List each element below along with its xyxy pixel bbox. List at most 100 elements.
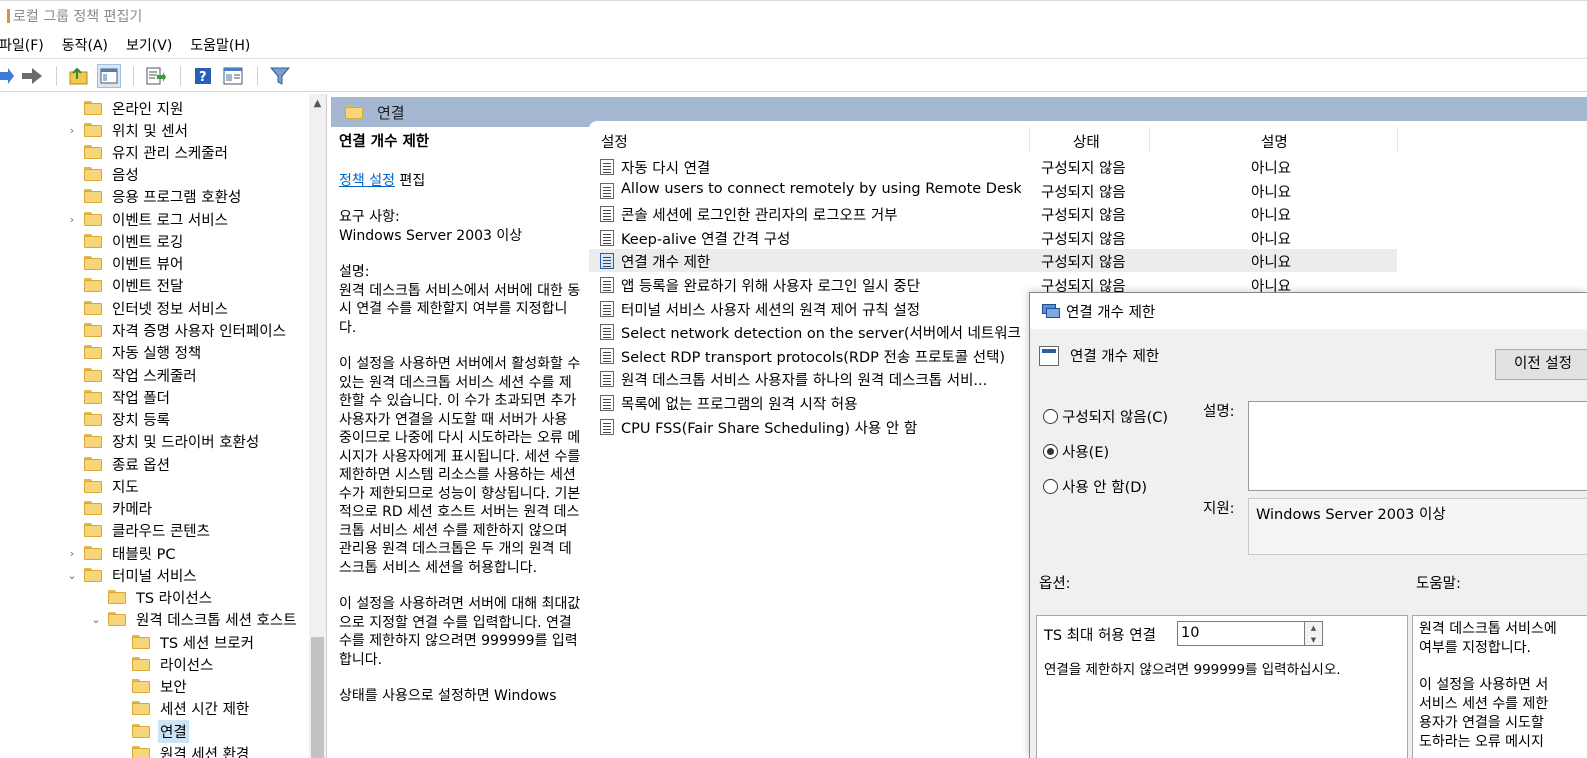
policy-setting-link[interactable]: 정책 설정 — [339, 173, 395, 189]
tree-item[interactable]: 카메라 — [84, 497, 154, 519]
tree-item[interactable]: 음성 — [84, 163, 141, 185]
scroll-thumb[interactable] — [311, 637, 324, 758]
tree-item[interactable]: 자격 증명 사용자 인터페이스 — [84, 319, 288, 341]
expand-chevron-icon[interactable]: › — [66, 213, 78, 226]
back-arrow-icon[interactable] — [0, 64, 14, 88]
radio-disabled[interactable]: 사용 안 함(D) — [1043, 476, 1147, 497]
folder-icon — [132, 724, 150, 738]
setting-row[interactable]: Allow users to connect remotely by using… — [589, 179, 1397, 202]
spin-down-icon[interactable]: ▼ — [1305, 634, 1322, 646]
tree-item[interactable]: 지도 — [84, 475, 141, 497]
tree-item[interactable]: 작업 폴더 — [84, 386, 172, 408]
expand-chevron-icon[interactable]: › — [66, 547, 78, 560]
tree-item-selected[interactable]: 연결 — [132, 719, 189, 743]
radio-not-configured[interactable]: 구성되지 않음(C) — [1043, 406, 1168, 427]
setting-row[interactable]: 콘솔 세션에 로그인한 관리자의 로그오프 거부 구성되지 않음 아니요 — [589, 202, 1397, 225]
expand-chevron-icon[interactable]: › — [66, 124, 78, 137]
tree-item[interactable]: 세션 시간 제한 — [132, 697, 251, 719]
column-header-comment[interactable]: 설명 — [1261, 131, 1288, 152]
setting-row[interactable]: 자동 다시 연결 구성되지 않음 아니요 — [589, 155, 1397, 178]
comment-label: 설명: — [1203, 404, 1235, 420]
filter-icon[interactable] — [268, 64, 292, 88]
folder-icon — [132, 679, 150, 693]
help-icon[interactable]: ? — [191, 64, 215, 88]
tree-item[interactable]: 보안 — [132, 675, 189, 697]
tree-item[interactable]: 유지 관리 스케줄러 — [84, 141, 230, 163]
tree-item[interactable]: TS 라이선스 — [108, 586, 214, 608]
folder-icon — [84, 189, 102, 203]
setting-row[interactable]: Keep-alive 연결 간격 구성 구성되지 않음 아니요 — [589, 226, 1397, 249]
tree-item[interactable]: 이벤트 로깅 — [84, 230, 185, 252]
tree-item[interactable]: 이벤트 뷰어 — [84, 252, 185, 274]
folder-icon — [84, 256, 102, 270]
folder-icon — [84, 368, 102, 382]
setting-row-selected[interactable]: 연결 개수 제한 구성되지 않음 아니요 — [589, 249, 1397, 272]
show-hide-tree-icon[interactable] — [97, 63, 121, 88]
description-paragraph-2: 이 설정을 사용하면 서버에서 활성화할 수 있는 원격 데스크톱 서비스 세션… — [339, 356, 581, 576]
tree-item[interactable]: 종료 옵션 — [84, 453, 172, 475]
tree-item[interactable]: 원격 세션 환경 — [132, 742, 251, 758]
column-divider[interactable] — [1149, 127, 1150, 153]
tree-item[interactable]: › 태블릿 PC — [70, 542, 178, 564]
tree-item[interactable]: 인터넷 정보 서비스 — [84, 297, 230, 319]
max-connections-label: TS 최대 허용 연결 — [1044, 628, 1156, 644]
tree-item[interactable]: › 이벤트 로그 서비스 — [70, 208, 230, 230]
tree-item[interactable]: 라이선스 — [132, 653, 215, 675]
tree-item[interactable]: ⌄ 터미널 서비스 — [67, 564, 199, 586]
console-tree[interactable]: 온라인 지원 › 위치 및 센서 유지 관리 스케줄러 음성 응용 프로그램 호환… — [0, 94, 327, 758]
tree-item[interactable]: 장치 및 드라이버 호환성 — [84, 430, 261, 452]
properties-icon[interactable] — [221, 64, 245, 88]
tree-item[interactable]: 온라인 지원 — [84, 97, 185, 119]
max-connections-input[interactable]: 10 — [1177, 621, 1305, 646]
spin-buttons[interactable]: ▲ ▼ — [1305, 621, 1323, 646]
menu-file[interactable]: 파일(F) — [0, 35, 44, 55]
radio-circle[interactable] — [1043, 479, 1058, 494]
tree-item[interactable]: 이벤트 전달 — [84, 274, 185, 296]
tree-item[interactable]: 응용 프로그램 호환성 — [84, 185, 243, 207]
toolbar-separator — [257, 65, 258, 86]
supported-on-label: 지원: — [1203, 501, 1235, 517]
description-paragraph-4: 상태를 사용으로 설정하면 Windows — [339, 688, 557, 704]
folder-icon — [132, 701, 150, 715]
column-header-state[interactable]: 상태 — [1073, 131, 1100, 152]
forward-arrow-icon[interactable] — [20, 64, 44, 88]
comment-textarea[interactable] — [1248, 401, 1587, 491]
up-folder-icon[interactable] — [67, 64, 91, 88]
tree-item[interactable]: 클라우드 콘텐츠 — [84, 519, 212, 541]
previous-setting-button[interactable]: 이전 설정 — [1495, 349, 1587, 380]
requirements: 요구 사항: Windows Server 2003 이상 — [339, 208, 581, 245]
policy-setting-icon — [600, 253, 614, 269]
radio-enabled[interactable]: 사용(E) — [1043, 441, 1109, 462]
tree-item[interactable]: 장치 등록 — [84, 408, 172, 430]
tree-item[interactable]: 자동 실행 정책 — [84, 341, 203, 363]
folder-icon — [84, 278, 102, 292]
folder-icon — [108, 590, 126, 604]
tree-item[interactable]: › 위치 및 센서 — [70, 119, 190, 141]
radio-circle-selected[interactable] — [1043, 444, 1058, 459]
policy-dialog: 연결 개수 제한 연결 개수 제한 이전 설정 구성되지 않음(C) 사용(E)… — [1029, 292, 1587, 758]
tree-item[interactable]: ⌄ 원격 데스크톱 세션 호스트 — [91, 608, 299, 630]
tree-scrollbar[interactable]: ▲ — [309, 94, 326, 758]
column-divider[interactable] — [1397, 127, 1398, 153]
column-header-setting[interactable]: 설정 — [601, 131, 628, 152]
help-paragraph-1: 원격 데스크톱 서비스에 여부를 지정합니다. — [1419, 621, 1557, 656]
tree-item[interactable]: TS 세션 브로커 — [132, 631, 256, 653]
policy-setting-icon — [600, 230, 614, 246]
export-list-icon[interactable] — [144, 64, 168, 88]
collapse-chevron-icon[interactable]: ⌄ — [66, 569, 78, 582]
policy-setting-icon — [1039, 345, 1059, 366]
scroll-up-icon[interactable]: ▲ — [309, 94, 326, 114]
folder-icon — [84, 457, 102, 471]
column-divider[interactable] — [1029, 127, 1030, 153]
menu-action[interactable]: 동작(A) — [62, 35, 108, 55]
menu-bar: 파일(F) 동작(A) 보기(V) 도움말(H) — [0, 31, 1587, 59]
folder-icon — [84, 345, 102, 359]
collapse-chevron-icon[interactable]: ⌄ — [90, 613, 102, 626]
radio-circle[interactable] — [1043, 409, 1058, 424]
remote-desktop-icon — [1042, 303, 1060, 319]
tree-item[interactable]: 작업 스케줄러 — [84, 364, 199, 386]
menu-view[interactable]: 보기(V) — [126, 35, 172, 55]
spin-up-icon[interactable]: ▲ — [1305, 622, 1322, 634]
menu-help[interactable]: 도움말(H) — [190, 35, 250, 55]
toolbar-separator — [133, 65, 134, 86]
